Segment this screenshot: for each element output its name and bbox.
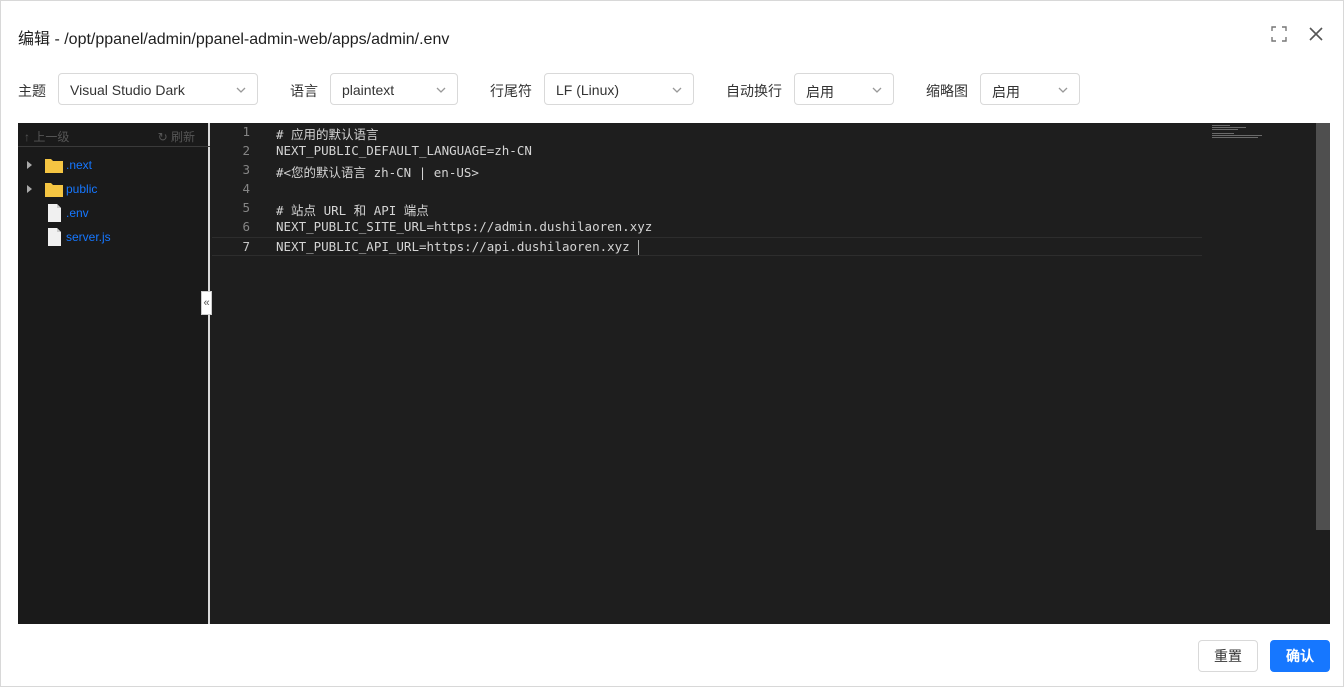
minimap-select[interactable]: 启用: [980, 73, 1080, 105]
minimap-line: [1212, 133, 1234, 134]
minimap-line: [1212, 129, 1238, 130]
minimap-line: [1212, 125, 1230, 126]
minimap[interactable]: [1206, 123, 1316, 163]
code-line[interactable]: 3 #<您的默认语言 zh-CN | en-US>: [212, 161, 1202, 180]
line-number: 1: [242, 124, 250, 139]
theme-select[interactable]: Visual Studio Dark: [58, 73, 258, 105]
line-number: 3: [242, 162, 250, 177]
line-text: # 站点 URL 和 API 端点: [276, 203, 429, 218]
language-value: plaintext: [342, 82, 395, 98]
vertical-scrollbar[interactable]: [1316, 123, 1330, 530]
language-label: 语言: [290, 83, 318, 99]
chevron-down-icon: [672, 87, 682, 93]
code-line[interactable]: 2 NEXT_PUBLIC_DEFAULT_LANGUAGE=zh-CN: [212, 142, 1202, 161]
line-number: 4: [242, 181, 250, 196]
minimap-label: 缩略图: [926, 83, 968, 99]
eol-value: LF (Linux): [556, 82, 620, 98]
caret-right-icon[interactable]: [26, 184, 34, 194]
file-icon: [48, 228, 61, 246]
go-up-button[interactable]: ↑ 上一级: [24, 128, 69, 145]
file-icon: [48, 204, 61, 222]
editor-area: ↑ 上一级 ↻ 刷新 .next public .env server.js «…: [18, 123, 1330, 624]
line-text: NEXT_PUBLIC_DEFAULT_LANGUAGE=zh-CN: [276, 143, 532, 158]
collapse-tree-button[interactable]: «: [201, 291, 212, 315]
line-number: 7: [242, 239, 250, 254]
minimap-value: 启用: [992, 84, 1020, 100]
minimap-line: [1212, 127, 1246, 128]
chevron-down-icon: [436, 87, 446, 93]
eol-label: 行尾符: [490, 83, 532, 99]
tree-item-next[interactable]: .next: [18, 155, 208, 175]
code-line-active[interactable]: 7 NEXT_PUBLIC_API_URL=https://api.dushil…: [212, 237, 1202, 256]
refresh-label: 刷新: [170, 130, 195, 144]
fullscreen-icon[interactable]: [1270, 25, 1288, 43]
text-cursor: [638, 240, 639, 255]
code-line[interactable]: 5 # 站点 URL 和 API 端点: [212, 199, 1202, 218]
edit-dialog: 编辑 - /opt/ppanel/admin/ppanel-admin-web/…: [0, 0, 1344, 687]
tree-item-label: public: [66, 182, 98, 196]
tree-item-public[interactable]: public: [18, 179, 208, 199]
dialog-header: 编辑 - /opt/ppanel/admin/ppanel-admin-web/…: [1, 1, 1343, 67]
chevron-down-icon: [872, 87, 882, 93]
code-line[interactable]: 6 NEXT_PUBLIC_SITE_URL=https://admin.dus…: [212, 218, 1202, 237]
file-tree: ↑ 上一级 ↻ 刷新 .next public .env server.js: [18, 123, 210, 624]
line-number: 5: [242, 200, 250, 215]
double-chevron-left-icon: «: [203, 297, 210, 309]
wrap-select[interactable]: 启用: [794, 73, 894, 105]
editor-toolbar: 主题 Visual Studio Dark 语言 plaintext 行尾符 L…: [1, 73, 1343, 105]
wrap-value: 启用: [806, 84, 834, 100]
tree-item-label: .next: [66, 158, 93, 172]
chevron-down-icon: [236, 87, 246, 93]
line-text: NEXT_PUBLIC_SITE_URL=https://admin.dushi…: [276, 219, 653, 234]
tree-item-server-js[interactable]: server.js: [18, 227, 208, 247]
line-text: NEXT_PUBLIC_API_URL=https://api.dushilao…: [276, 239, 630, 254]
folder-icon: [45, 183, 63, 197]
code-editor[interactable]: 1 # 应用的默认语言 2 NEXT_PUBLIC_DEFAULT_LANGUA…: [212, 123, 1330, 624]
eol-select[interactable]: LF (Linux): [544, 73, 694, 105]
theme-label: 主题: [18, 83, 46, 99]
confirm-button[interactable]: 确认: [1270, 640, 1330, 672]
chevron-down-icon: [1058, 87, 1068, 93]
code-line[interactable]: 4: [212, 180, 1202, 199]
line-number: 6: [242, 219, 250, 234]
tree-item-label: server.js: [66, 230, 111, 244]
tree-item-env[interactable]: .env: [18, 203, 208, 223]
wrap-label: 自动换行: [726, 83, 782, 99]
minimap-line: [1212, 137, 1258, 138]
reset-button[interactable]: 重置: [1198, 640, 1258, 672]
line-number: 2: [242, 143, 250, 158]
line-text: # 应用的默认语言: [276, 127, 379, 142]
refresh-icon: ↻: [157, 130, 168, 144]
folder-icon: [45, 159, 63, 173]
theme-value: Visual Studio Dark: [70, 82, 185, 98]
code-line[interactable]: 1 # 应用的默认语言: [212, 123, 1202, 142]
language-select[interactable]: plaintext: [330, 73, 458, 105]
refresh-button[interactable]: ↻ 刷新: [158, 128, 195, 145]
minimap-line: [1212, 135, 1262, 136]
caret-right-icon[interactable]: [26, 160, 34, 170]
line-text: #<您的默认语言 zh-CN | en-US>: [276, 165, 479, 180]
go-up-label: 上一级: [33, 130, 70, 144]
close-icon[interactable]: [1307, 25, 1325, 43]
dialog-title: 编辑 - /opt/ppanel/admin/ppanel-admin-web/…: [18, 31, 450, 48]
file-tree-header: ↑ 上一级 ↻ 刷新: [18, 123, 210, 147]
tree-item-label: .env: [66, 206, 89, 220]
